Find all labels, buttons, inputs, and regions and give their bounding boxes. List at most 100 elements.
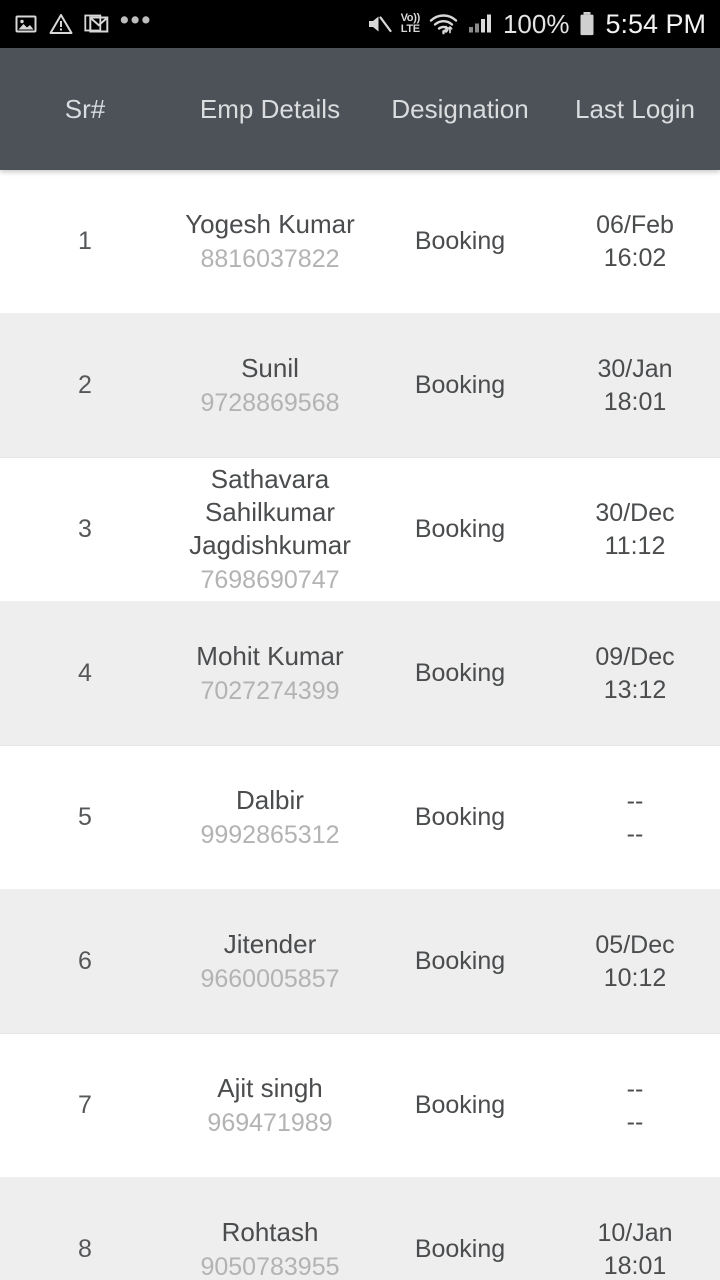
cell-designation: Booking (370, 515, 550, 544)
battery-full-icon (578, 11, 596, 37)
warning-icon (49, 12, 73, 36)
volume-mute-icon (366, 12, 392, 36)
row-serial-number: 3 (78, 515, 92, 543)
cell-last-login: -- -- (550, 785, 720, 851)
employee-phone: 9660005857 (200, 964, 340, 993)
cell-designation: Booking (370, 1235, 550, 1264)
employee-table-body[interactable]: 1 Yogesh Kumar 8816037822 Booking 06/Feb 16:0… (0, 170, 720, 1280)
last-login-date: 06/Feb (596, 210, 674, 239)
cell-last-login: 30/Dec 11:12 (550, 497, 720, 563)
table-row[interactable]: 2 Sunil 9728869568 Booking 30/Jan 18:01 (0, 314, 720, 458)
employee-designation: Booking (414, 1091, 506, 1119)
employee-designation: Booking (414, 947, 506, 975)
table-header-row: Sr# Emp Details Designation Last Login (0, 48, 720, 170)
table-row[interactable]: 5 Dalbir 9992865312 Booking -- -- (0, 746, 720, 890)
last-login-time: -- (626, 1107, 644, 1136)
cell-sr: 4 (0, 659, 170, 688)
cell-emp-details: Jitender 9660005857 (170, 928, 370, 996)
employee-phone: 969471989 (207, 1108, 333, 1137)
row-serial-number: 6 (78, 947, 92, 975)
cell-last-login: 05/Dec 10:12 (550, 929, 720, 995)
last-login-date: 30/Dec (595, 498, 675, 527)
employee-name: Dalbir (236, 784, 304, 815)
cell-emp-details: Ajit singh 969471989 (170, 1072, 370, 1140)
cell-designation: Booking (370, 803, 550, 832)
employee-designation: Booking (414, 371, 506, 399)
employee-phone: 7027274399 (200, 676, 340, 705)
cell-designation: Booking (370, 1091, 550, 1120)
employee-designation: Booking (414, 659, 506, 687)
column-header-sr[interactable]: Sr# (0, 94, 170, 125)
last-login-time: 10:12 (603, 963, 667, 992)
employee-name: Ajit singh (217, 1072, 323, 1103)
table-row[interactable]: 4 Mohit Kumar 7027274399 Booking 09/Dec 13:12 (0, 602, 720, 746)
image-icon (14, 12, 38, 36)
last-login-time: 11:12 (604, 531, 666, 560)
employee-name: Sathavara Sahilkumar Jagdishkumar (189, 463, 351, 560)
status-bar: ••• Vo)) LTE 100% 5:54 PM (0, 0, 720, 48)
wifi-icon (429, 12, 459, 36)
status-bar-notifications: ••• (14, 5, 153, 36)
last-login-time: 18:01 (603, 1251, 667, 1280)
cellular-signal-icon (468, 12, 494, 36)
last-login-time: 13:12 (603, 675, 667, 704)
column-header-designation[interactable]: Designation (370, 94, 550, 125)
column-header-emp-details[interactable]: Emp Details (170, 94, 370, 125)
last-login-time: 16:02 (603, 243, 667, 272)
cell-designation: Booking (370, 947, 550, 976)
table-row[interactable]: 8 Rohtash 9050783955 Booking 10/Jan 18:01 (0, 1178, 720, 1280)
volte-line2: LTE (400, 23, 420, 35)
last-login-time: -- (626, 819, 644, 848)
row-serial-number: 8 (78, 1235, 92, 1263)
last-login-date: 30/Jan (597, 354, 673, 383)
cell-emp-details: Rohtash 9050783955 (170, 1216, 370, 1280)
cell-sr: 2 (0, 371, 170, 400)
status-bar-clock: 5:54 PM (605, 8, 706, 39)
more-notifications-icon: ••• (120, 5, 153, 34)
table-row[interactable]: 3 Sathavara Sahilkumar Jagdishkumar 769869… (0, 458, 720, 602)
cell-sr: 3 (0, 515, 170, 544)
table-row[interactable]: 7 Ajit singh 969471989 Booking -- -- (0, 1034, 720, 1178)
employee-name: Mohit Kumar (196, 640, 344, 671)
employee-name: Yogesh Kumar (185, 208, 355, 239)
employee-designation: Booking (414, 803, 506, 831)
row-serial-number: 4 (78, 659, 92, 687)
cell-last-login: 30/Jan 18:01 (550, 353, 720, 419)
row-serial-number: 7 (78, 1091, 92, 1119)
cell-emp-details: Yogesh Kumar 8816037822 (170, 208, 370, 276)
employee-name: Jitender (223, 928, 317, 959)
employee-name: Sunil (241, 352, 299, 383)
cell-sr: 7 (0, 1091, 170, 1120)
cell-designation: Booking (370, 659, 550, 688)
battery-percent-label: 100% (502, 8, 570, 39)
last-login-date: -- (626, 786, 644, 815)
last-login-date: -- (626, 1074, 644, 1103)
last-login-time: 18:01 (603, 387, 667, 416)
row-serial-number: 2 (78, 371, 92, 399)
employee-name: Rohtash (221, 1216, 319, 1247)
employee-phone: 9050783955 (200, 1252, 340, 1280)
column-header-last-login[interactable]: Last Login (550, 94, 720, 125)
cell-last-login: 10/Jan 18:01 (550, 1217, 720, 1280)
employee-phone: 8816037822 (200, 244, 340, 273)
gmail-icon (84, 12, 109, 36)
table-row[interactable]: 1 Yogesh Kumar 8816037822 Booking 06/Feb 16:0… (0, 170, 720, 314)
employee-designation: Booking (414, 515, 506, 543)
cell-emp-details: Sathavara Sahilkumar Jagdishkumar 7698690… (170, 463, 370, 597)
employee-designation: Booking (414, 1235, 506, 1263)
status-bar-system: Vo)) LTE 100% 5:54 PM (366, 9, 706, 40)
cell-emp-details: Mohit Kumar 7027274399 (170, 640, 370, 708)
cell-last-login: 09/Dec 13:12 (550, 641, 720, 707)
last-login-date: 05/Dec (595, 930, 675, 959)
cell-sr: 1 (0, 227, 170, 256)
last-login-date: 10/Jan (597, 1218, 673, 1247)
cell-sr: 8 (0, 1235, 170, 1264)
employee-designation: Booking (414, 227, 506, 255)
cell-sr: 6 (0, 947, 170, 976)
cell-designation: Booking (370, 371, 550, 400)
employee-phone: 9992865312 (200, 820, 340, 849)
row-serial-number: 1 (78, 227, 92, 255)
employee-phone: 7698690747 (200, 565, 340, 594)
table-row[interactable]: 6 Jitender 9660005857 Booking 05/Dec 10:12 (0, 890, 720, 1034)
volte-icon: Vo)) LTE (400, 13, 421, 35)
